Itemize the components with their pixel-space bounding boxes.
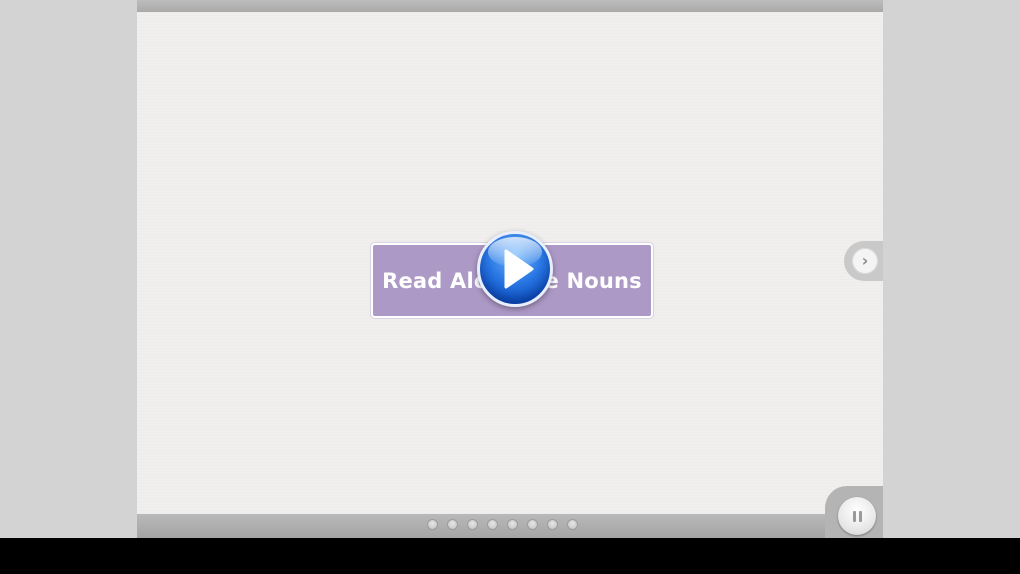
- page-dot-2[interactable]: [447, 519, 458, 530]
- slide-title-left: Read Alo: [382, 268, 489, 293]
- chevron-right-icon: ›: [852, 248, 878, 274]
- pause-icon: [851, 510, 863, 522]
- play-icon: [504, 249, 534, 289]
- play-button[interactable]: [477, 231, 553, 307]
- page-dot-5[interactable]: [507, 519, 518, 530]
- slideshow-player: Read Alo e Nouns ›: [137, 0, 883, 538]
- page-dot-1[interactable]: [427, 519, 438, 530]
- page-dot-6[interactable]: [527, 519, 538, 530]
- top-bar: [137, 0, 883, 12]
- slide-title-right: e Nouns: [544, 268, 642, 293]
- page-indicator: [427, 519, 578, 530]
- letterbox-bottom: [0, 538, 1020, 574]
- page-dot-8[interactable]: [567, 519, 578, 530]
- page-dot-4[interactable]: [487, 519, 498, 530]
- page-dot-3[interactable]: [467, 519, 478, 530]
- slide-canvas: Read Alo e Nouns ›: [137, 12, 883, 514]
- pause-button[interactable]: [838, 497, 876, 535]
- page-dot-7[interactable]: [547, 519, 558, 530]
- stage: Read Alo e Nouns ›: [0, 0, 1020, 538]
- next-slide-button[interactable]: ›: [844, 241, 883, 281]
